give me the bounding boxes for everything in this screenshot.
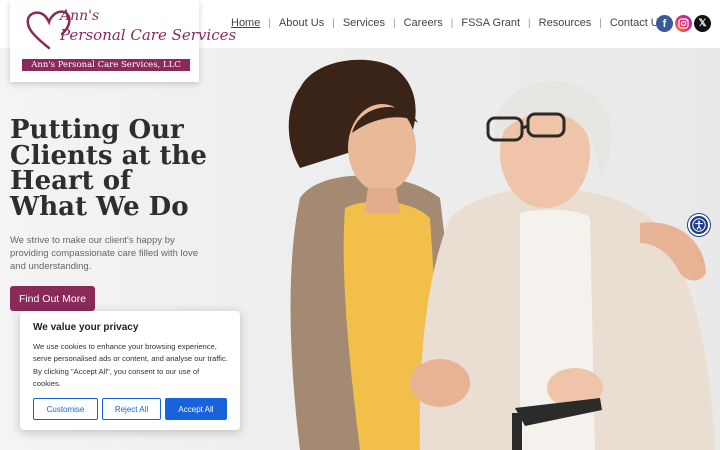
facebook-icon[interactable]: f	[656, 15, 673, 32]
nav-careers[interactable]: Careers	[404, 17, 443, 29]
hero-subtext: We strive to make our client's happy by …	[10, 235, 198, 272]
instagram-glyph	[678, 18, 689, 29]
cookie-title: We value your privacy	[33, 322, 139, 333]
headline-line: Heart of	[10, 166, 132, 196]
cookie-consent-dialog: We value your privacy We use cookies to …	[20, 311, 240, 430]
accept-all-button[interactable]: Accept All	[165, 398, 227, 420]
site-logo[interactable]: Ann's Personal Care Services Ann's Perso…	[10, 0, 236, 82]
headline-line: What We Do	[10, 191, 189, 222]
logo-banner: Ann's Personal Care Services, LLC	[22, 59, 190, 71]
nav-resources[interactable]: Resources	[539, 17, 592, 29]
nav-separator: |	[450, 17, 454, 29]
accessibility-glyph	[692, 218, 706, 232]
cookie-body: We use cookies to enhance your browsing …	[33, 342, 228, 389]
accessibility-icon[interactable]	[688, 214, 710, 236]
find-out-more-button[interactable]: Find Out More	[10, 286, 95, 311]
nav-separator: |	[599, 17, 602, 29]
nav-separator: |	[393, 17, 396, 29]
headline-line: Putting Our	[10, 115, 184, 145]
x-twitter-icon[interactable]: 𝕏	[694, 15, 711, 32]
logo-name: Ann's	[60, 8, 100, 24]
nav-separator: |	[332, 17, 335, 29]
nav-about-us[interactable]: About Us	[279, 17, 324, 29]
reject-all-button[interactable]: Reject All	[102, 398, 161, 420]
nav-fssa-grant[interactable]: FSSA Grant	[461, 17, 520, 29]
customise-button[interactable]: Customise	[33, 398, 98, 420]
nav-separator: |	[268, 17, 271, 29]
hero-headline: Putting Our Clients at the Heart of What…	[10, 115, 260, 222]
logo-tagline: Personal Care Services	[60, 26, 237, 44]
instagram-icon[interactable]	[675, 15, 692, 32]
nav-services[interactable]: Services	[343, 17, 385, 29]
facebook-glyph: f	[662, 17, 667, 30]
cookie-buttons: Customise Reject All Accept All	[33, 398, 227, 420]
x-glyph: 𝕏	[698, 18, 707, 29]
main-nav: Home | About Us | Services | Careers | F…	[231, 17, 664, 29]
nav-separator: |	[528, 17, 531, 29]
